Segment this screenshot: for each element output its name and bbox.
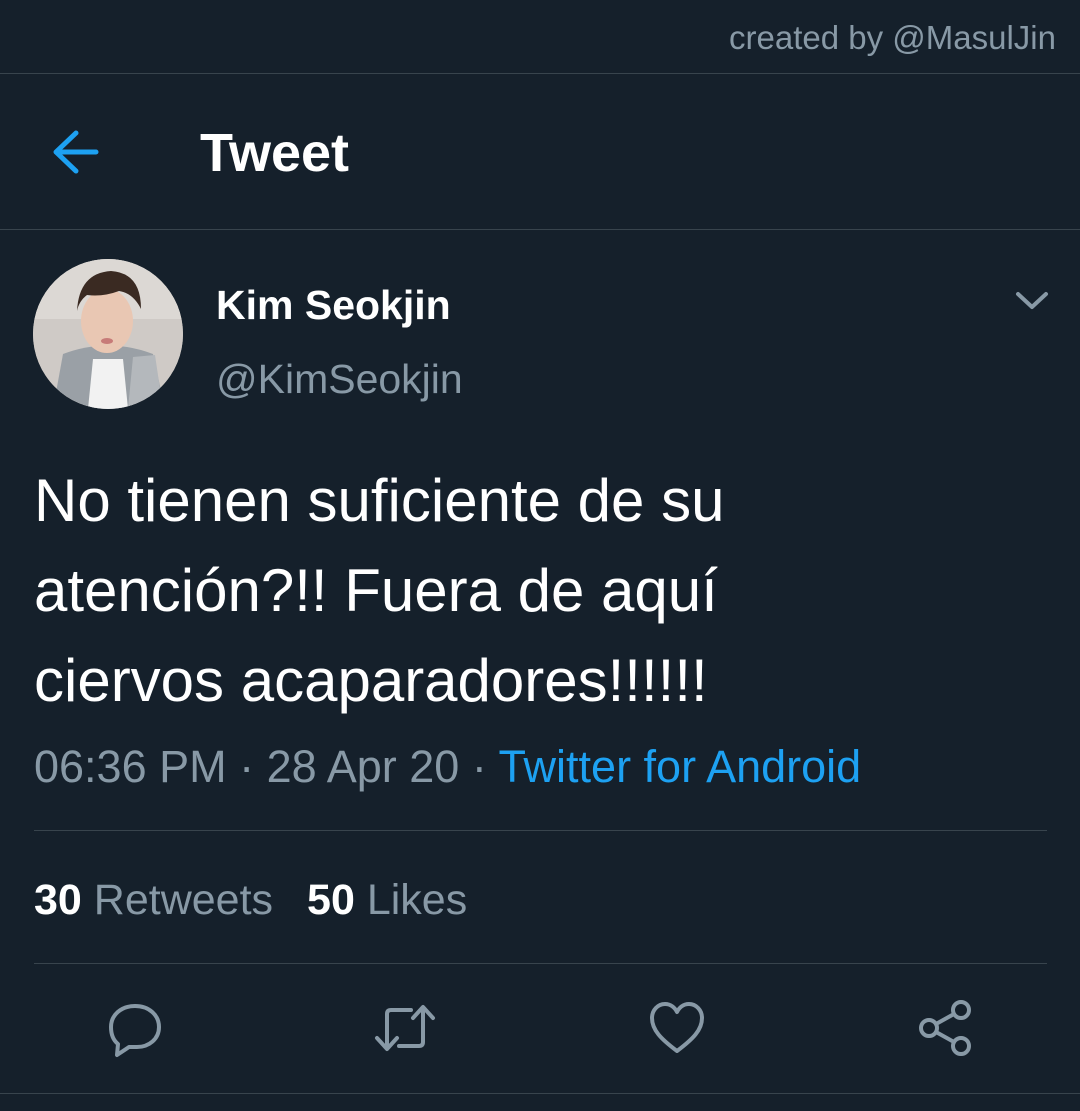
reply-button[interactable]	[105, 998, 165, 1058]
tweet-text: No tienen suficiente de su atención?!! F…	[34, 456, 1044, 726]
arrow-left-icon	[53, 130, 99, 174]
meta-separator: ·	[239, 741, 255, 792]
divider	[0, 1093, 1080, 1094]
top-app-bar: Tweet	[0, 74, 1080, 230]
tweet-text-line: No tienen suficiente de su	[34, 467, 725, 534]
likes-label: Likes	[366, 876, 468, 924]
back-button[interactable]	[44, 124, 108, 180]
tweet-time: 06:36 PM	[34, 741, 227, 792]
tweet-text-line: atención?!! Fuera de aquí	[34, 557, 718, 624]
avatar[interactable]	[33, 259, 183, 409]
meta-separator: ·	[471, 741, 487, 792]
divider	[34, 963, 1047, 964]
tweet-source-link[interactable]: Twitter for Android	[499, 741, 862, 792]
tweet-stats: 30 Retweets 50 Likes	[34, 874, 467, 926]
chevron-down-icon	[1016, 292, 1048, 309]
author-name[interactable]: Kim Seokjin	[216, 280, 451, 330]
credit-bar: created by @MasulJin	[0, 0, 1080, 74]
divider	[34, 830, 1047, 831]
avatar-image	[33, 259, 183, 409]
retweet-icon	[375, 1005, 435, 1051]
tweet-meta: 06:36 PM · 28 Apr 20 · Twitter for Andro…	[34, 740, 861, 794]
likes-count: 50	[307, 876, 355, 924]
retweet-button[interactable]	[373, 998, 435, 1058]
more-options-button[interactable]	[1010, 280, 1054, 320]
reply-icon	[109, 1004, 161, 1057]
page-title: Tweet	[200, 123, 350, 183]
share-button[interactable]	[915, 998, 975, 1058]
credit-text: created by @MasulJin	[729, 19, 1056, 56]
likes-stat[interactable]: 50 Likes	[307, 876, 467, 924]
retweets-stat[interactable]: 30 Retweets	[34, 876, 273, 924]
share-icon	[919, 1000, 971, 1056]
retweets-count: 30	[34, 876, 82, 924]
tweet-text-line: ciervos acaparadores!!!!!!	[34, 647, 708, 714]
tweet-date: 28 Apr 20	[266, 741, 460, 792]
author-handle[interactable]: @KimSeokjin	[216, 354, 463, 404]
retweets-label: Retweets	[93, 876, 274, 924]
like-heart-icon	[650, 1002, 704, 1053]
like-button[interactable]	[647, 998, 707, 1058]
